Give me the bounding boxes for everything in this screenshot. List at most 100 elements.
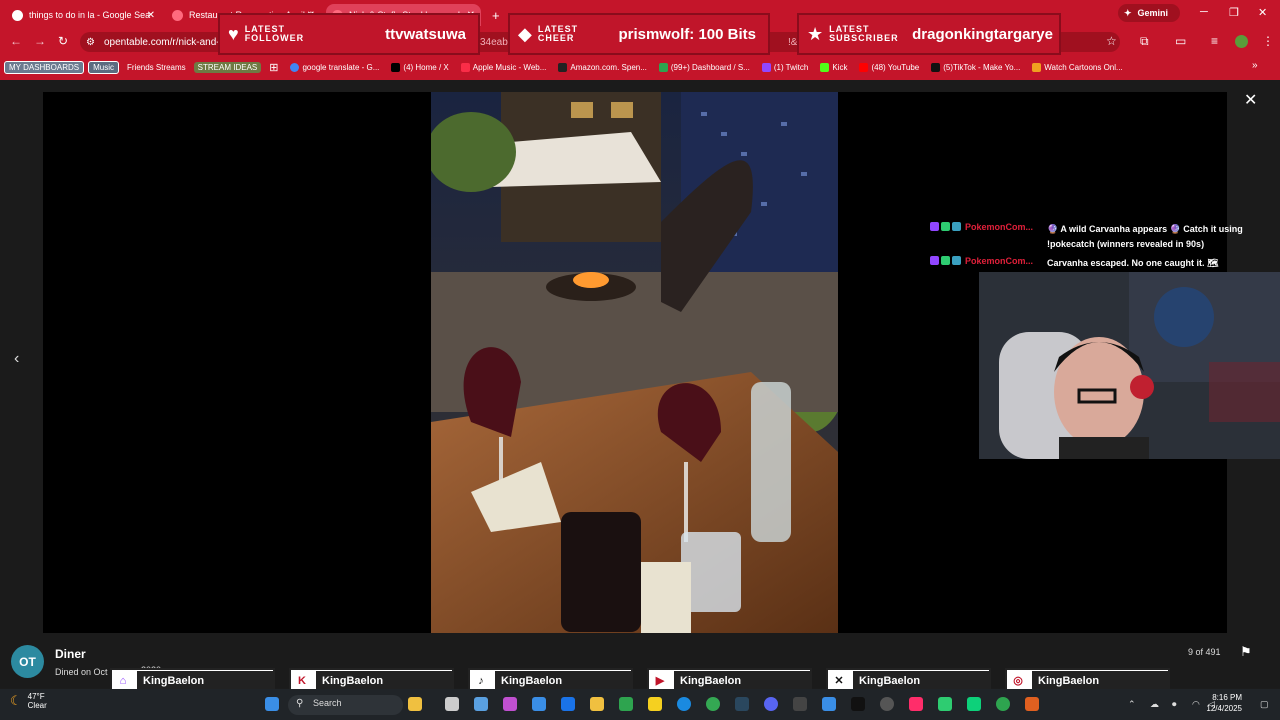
weather-widget[interactable]: ☾ 47°F Clear bbox=[10, 692, 47, 710]
bookmark-label: Watch Cartoons Onl... bbox=[1044, 62, 1123, 72]
close-viewer-icon[interactable]: ✕ bbox=[1244, 90, 1257, 110]
store-icon[interactable] bbox=[532, 697, 546, 711]
outlook-icon[interactable] bbox=[561, 697, 575, 711]
url-text: opentable.com/r/nick-and- bbox=[104, 36, 220, 48]
clock-time: 8:16 PM bbox=[1212, 693, 1242, 702]
bookmark-kick[interactable]: Kick bbox=[816, 62, 851, 73]
widgets-icon[interactable] bbox=[474, 697, 488, 711]
latest-subscriber-alert: ★ LATEST SUBSCRIBER dragonkingtargarye bbox=[797, 13, 1061, 55]
social-handle: KingBaelon bbox=[137, 671, 273, 690]
bookmark-apple-music[interactable]: Apple Music - Web... bbox=[457, 62, 551, 73]
task-view-icon[interactable] bbox=[445, 697, 459, 711]
bookmark-amazon[interactable]: Amazon.com. Spen... bbox=[554, 62, 650, 73]
bookmark-google-translate[interactable]: google translate - G... bbox=[286, 62, 383, 73]
maximize-icon[interactable]: ❐ bbox=[1229, 6, 1239, 19]
search-icon: ⚲ bbox=[296, 698, 304, 709]
window-close-icon[interactable]: ✕ bbox=[1258, 6, 1267, 19]
x-icon bbox=[391, 62, 401, 72]
windows-start-icon[interactable] bbox=[265, 697, 279, 711]
file-explorer-icon[interactable] bbox=[590, 697, 604, 711]
close-tab-icon[interactable]: ✕ bbox=[147, 10, 155, 21]
taskbar-search-box[interactable] bbox=[288, 695, 403, 715]
gemini-icon: ✦ bbox=[1124, 7, 1132, 18]
avatar-initials: OT bbox=[19, 654, 36, 669]
chat-badges bbox=[930, 222, 961, 231]
dined-on: Dined on Oct bbox=[55, 667, 108, 677]
kick-icon bbox=[820, 62, 830, 72]
edge-icon[interactable] bbox=[677, 697, 691, 711]
bookmark-label: Amazon.com. Spen... bbox=[570, 62, 647, 72]
bookmark-label: Music bbox=[93, 62, 114, 72]
battlenet-icon[interactable] bbox=[822, 697, 836, 711]
bookmark-youtube[interactable]: (48) YouTube bbox=[855, 62, 923, 73]
alert-label-bottom: CHEER bbox=[537, 33, 575, 43]
tiktok-live-icon[interactable] bbox=[909, 697, 923, 711]
chat-username: PokemonCom... bbox=[965, 222, 1034, 232]
google-icon bbox=[12, 9, 23, 21]
cheer-value: prismwolf: 100 Bits bbox=[618, 25, 756, 43]
badge-icon bbox=[952, 256, 961, 265]
cast-icon[interactable]: ▭ bbox=[1175, 34, 1186, 48]
dashboard-icon bbox=[658, 62, 668, 72]
bookmark-tiktok[interactable]: (5)TikTok - Make Yo... bbox=[927, 62, 1024, 73]
minimize-icon[interactable]: ─ bbox=[1200, 6, 1208, 18]
taskbar-clock[interactable]: 8:16 PM 12/4/2025 bbox=[1200, 692, 1242, 714]
apps-grid-icon[interactable]: ⊞ bbox=[265, 60, 282, 75]
notifications-icon[interactable]: ▢ bbox=[1260, 699, 1269, 710]
amazon-icon bbox=[558, 62, 568, 72]
spotify-icon[interactable] bbox=[938, 697, 952, 711]
copilot-app-icon[interactable] bbox=[503, 697, 517, 711]
gemini-button[interactable]: ✦ Gemini bbox=[1118, 4, 1180, 22]
app-icon[interactable] bbox=[967, 697, 981, 711]
sticky-notes-icon[interactable] bbox=[648, 697, 662, 711]
bookmark-stream-ideas[interactable]: STREAM IDEAS bbox=[193, 61, 262, 73]
bookmark-music[interactable]: Music bbox=[88, 60, 119, 74]
webcam-overlay bbox=[979, 272, 1280, 459]
new-tab-button[interactable]: + bbox=[486, 4, 504, 26]
twitch-icon bbox=[761, 62, 771, 72]
chat-badges bbox=[930, 256, 961, 265]
gemini-label: Gemini bbox=[1137, 8, 1169, 18]
flag-icon[interactable]: ⚑ bbox=[1240, 644, 1252, 660]
xbox-icon[interactable] bbox=[996, 697, 1010, 711]
copilot-icon[interactable] bbox=[408, 697, 422, 711]
bookmark-star-icon[interactable]: ☆ bbox=[1106, 34, 1117, 48]
tray-overflow-icon[interactable]: ⌃ bbox=[1128, 699, 1136, 710]
reading-list-icon[interactable]: ≡ bbox=[1211, 34, 1218, 48]
wifi-icon[interactable]: ◠ bbox=[1192, 699, 1200, 710]
tiktok-icon bbox=[931, 62, 941, 72]
more-bookmarks-icon[interactable]: » bbox=[1252, 60, 1258, 71]
clock-date: 12/4/2025 bbox=[1206, 704, 1242, 713]
chrome-icon[interactable] bbox=[706, 697, 720, 711]
bookmark-twitch[interactable]: (1) Twitch bbox=[758, 62, 813, 73]
site-info-icon[interactable]: ⚙ bbox=[86, 37, 95, 48]
chat-text: Carvanha escaped. No one caught it. 🗺 bbox=[1047, 258, 1219, 268]
xbox-app-icon[interactable] bbox=[619, 697, 633, 711]
bookmark-my-dashboards[interactable]: MY DASHBOARDS bbox=[4, 60, 85, 74]
forward-icon[interactable]: → bbox=[34, 34, 46, 48]
onedrive-icon[interactable]: ☁ bbox=[1150, 699, 1159, 710]
bookmark-friends-streams[interactable]: Friends Streams bbox=[123, 62, 190, 73]
discord-icon[interactable] bbox=[764, 697, 778, 711]
bookmark-watch-cartoons[interactable]: Watch Cartoons Onl... bbox=[1028, 62, 1126, 73]
epic-games-icon[interactable] bbox=[793, 697, 807, 711]
capcut-icon[interactable] bbox=[851, 697, 865, 711]
bookmark-dashboard[interactable]: (99+) Dashboard / S... bbox=[655, 62, 754, 73]
microphone-icon[interactable]: ⏺ bbox=[1172, 699, 1177, 710]
extensions-icon[interactable]: ⧉ bbox=[1140, 34, 1149, 49]
chat-text: 🔮 A wild Carvanha appears 🔮 Catch it usi… bbox=[1047, 224, 1243, 249]
bookmark-x-home[interactable]: (4) Home / X bbox=[387, 62, 452, 73]
back-icon[interactable]: ← bbox=[10, 34, 22, 48]
x-icon: ✕ bbox=[834, 675, 844, 687]
previous-photo-icon[interactable]: ‹ bbox=[14, 350, 19, 368]
menu-kebab-icon[interactable]: ⋮ bbox=[1262, 34, 1274, 48]
kick-icon: K bbox=[298, 674, 306, 687]
heart-icon: ♥ bbox=[228, 23, 239, 44]
temperature: 47°F bbox=[27, 692, 45, 701]
obs-icon[interactable] bbox=[880, 697, 894, 711]
profile-avatar[interactable] bbox=[1235, 35, 1248, 48]
reload-icon[interactable]: ↻ bbox=[58, 34, 68, 48]
tab-google-search[interactable]: things to do in la - Google Sea ✕ bbox=[6, 4, 161, 26]
brave-icon[interactable] bbox=[1025, 697, 1039, 711]
steam-icon[interactable] bbox=[735, 697, 749, 711]
